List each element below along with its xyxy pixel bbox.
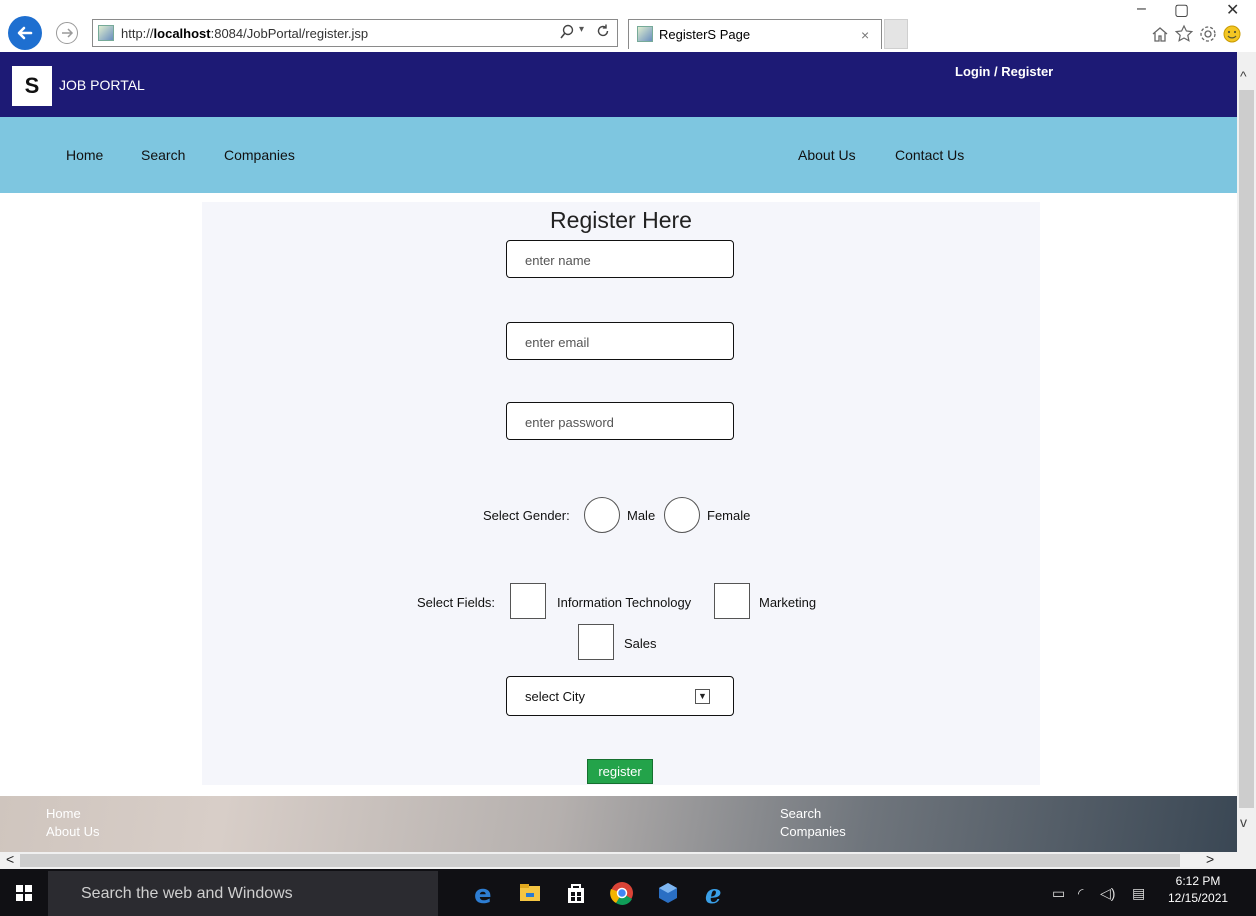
- refresh-icon[interactable]: [595, 23, 611, 39]
- gender-female-label: Female: [707, 508, 751, 523]
- site-logo[interactable]: S: [12, 66, 52, 106]
- windows-taskbar: Search the web and Windows e e ▭ ◜ ◁) ▤ …: [0, 869, 1256, 916]
- address-dropdown-icon[interactable]: ▾: [579, 24, 584, 35]
- forward-button[interactable]: [56, 22, 78, 44]
- gender-label: Select Gender:: [483, 508, 570, 523]
- scrollbar-corner: [1237, 852, 1256, 869]
- fields-label: Select Fields:: [417, 595, 496, 610]
- name-placeholder: enter name: [525, 253, 591, 268]
- browser-tab[interactable]: RegisterS Page ×: [628, 19, 882, 49]
- form-title: Register Here: [550, 207, 692, 233]
- scroll-down-icon[interactable]: v: [1240, 814, 1247, 830]
- store-bag-icon[interactable]: [562, 879, 590, 907]
- windows-start-icon[interactable]: [16, 885, 32, 901]
- back-arrow-icon: [17, 26, 33, 40]
- action-center-icon[interactable]: ▤: [1132, 885, 1145, 902]
- battery-icon[interactable]: ▭: [1052, 885, 1065, 902]
- search-icon[interactable]: [559, 24, 575, 40]
- field-sales-label: Sales: [624, 636, 657, 651]
- brand-name[interactable]: JOB PORTAL: [59, 77, 145, 93]
- settings-gear-icon[interactable]: [1198, 24, 1218, 44]
- footer-link-search[interactable]: Search: [780, 806, 821, 821]
- scroll-up-icon[interactable]: ^: [1240, 68, 1247, 84]
- password-placeholder: enter password: [525, 415, 614, 430]
- forward-arrow-icon: [62, 28, 74, 38]
- nav-home[interactable]: Home: [66, 147, 103, 163]
- scroll-left-icon[interactable]: <: [6, 851, 14, 867]
- nav-contact-us[interactable]: Contact Us: [895, 147, 964, 163]
- vertical-scrollbar[interactable]: ^ v: [1237, 52, 1256, 852]
- clock-time: 6:12 PM: [1175, 874, 1221, 888]
- smiley-feedback-icon[interactable]: [1222, 24, 1242, 44]
- svg-text:e: e: [474, 880, 492, 907]
- site-footer: Home About Us Search Companies: [0, 796, 1237, 852]
- chevron-down-icon: ▼: [695, 689, 710, 704]
- nav-companies[interactable]: Companies: [224, 147, 295, 163]
- tab-title: RegisterS Page: [659, 27, 751, 42]
- email-input[interactable]: enter email: [506, 322, 734, 360]
- virtualbox-icon[interactable]: [654, 879, 682, 907]
- main-nav: Home Search Companies About Us Contact U…: [0, 117, 1237, 193]
- login-register-link[interactable]: Login / Register: [955, 64, 1053, 79]
- browser-toolbar: http://localhost:8084/JobPortal/register…: [0, 0, 1256, 52]
- scroll-right-icon[interactable]: >: [1206, 851, 1214, 867]
- footer-link-home[interactable]: Home: [46, 806, 81, 821]
- taskbar-clock[interactable]: 6:12 PM 12/15/2021: [1168, 873, 1228, 907]
- field-marketing-checkbox[interactable]: [714, 583, 750, 619]
- favorites-star-icon[interactable]: [1174, 24, 1194, 44]
- gender-male-radio[interactable]: [584, 497, 620, 533]
- horizontal-scrollbar[interactable]: < >: [0, 851, 1237, 869]
- field-marketing-label: Marketing: [759, 595, 817, 610]
- tab-favicon-icon: [637, 26, 653, 42]
- field-it-checkbox[interactable]: [510, 583, 546, 619]
- field-it-label: Information Technology: [557, 595, 692, 610]
- url-text: http://localhost:8084/JobPortal/register…: [121, 26, 369, 41]
- tab-close-icon[interactable]: ×: [861, 27, 869, 43]
- city-select[interactable]: select City ▼: [506, 676, 734, 716]
- internet-explorer-icon[interactable]: e: [700, 879, 728, 907]
- edge-browser-icon[interactable]: e: [470, 879, 498, 907]
- register-form: Register Here enter name enter email ent…: [202, 202, 1040, 785]
- taskbar-search-placeholder: Search the web and Windows: [81, 885, 293, 902]
- home-icon[interactable]: [1150, 24, 1170, 44]
- nav-search[interactable]: Search: [141, 147, 185, 163]
- page-favicon-icon: [98, 25, 114, 41]
- minimize-button[interactable]: –: [1137, 0, 1146, 18]
- site-header: S JOB PORTAL Login / Register: [0, 52, 1237, 117]
- password-input[interactable]: enter password: [506, 402, 734, 440]
- gender-male-label: Male: [627, 508, 656, 523]
- clock-date: 12/15/2021: [1168, 891, 1229, 905]
- svg-text:e: e: [705, 880, 722, 907]
- vertical-scroll-thumb[interactable]: [1239, 90, 1254, 808]
- nav-about-us[interactable]: About Us: [798, 147, 856, 163]
- new-tab-button[interactable]: [884, 19, 908, 49]
- chrome-browser-icon[interactable]: [608, 879, 636, 907]
- taskbar-search-box[interactable]: Search the web and Windows: [48, 871, 438, 916]
- address-bar[interactable]: http://localhost:8084/JobPortal/register…: [92, 19, 618, 47]
- footer-link-about-us[interactable]: About Us: [46, 824, 99, 839]
- wifi-icon[interactable]: ◜: [1078, 885, 1083, 902]
- back-button[interactable]: [8, 16, 42, 50]
- maximize-button[interactable]: ▢: [1174, 0, 1189, 20]
- name-input[interactable]: enter name: [506, 240, 734, 278]
- email-placeholder: enter email: [525, 335, 590, 350]
- file-explorer-icon[interactable]: [516, 879, 544, 907]
- page-viewport: S JOB PORTAL Login / Register Home Searc…: [0, 52, 1237, 852]
- horizontal-scroll-thumb[interactable]: [20, 854, 1180, 867]
- browser-window: { "browser": { "url_prefix": "http://", …: [0, 0, 1256, 916]
- gender-female-radio[interactable]: [664, 497, 700, 533]
- footer-link-companies[interactable]: Companies: [780, 824, 846, 839]
- register-button[interactable]: register: [587, 759, 653, 784]
- close-button[interactable]: ✕: [1226, 0, 1239, 20]
- city-select-value: select City: [525, 689, 585, 704]
- volume-icon[interactable]: ◁): [1100, 885, 1115, 902]
- field-sales-checkbox[interactable]: [578, 624, 614, 660]
